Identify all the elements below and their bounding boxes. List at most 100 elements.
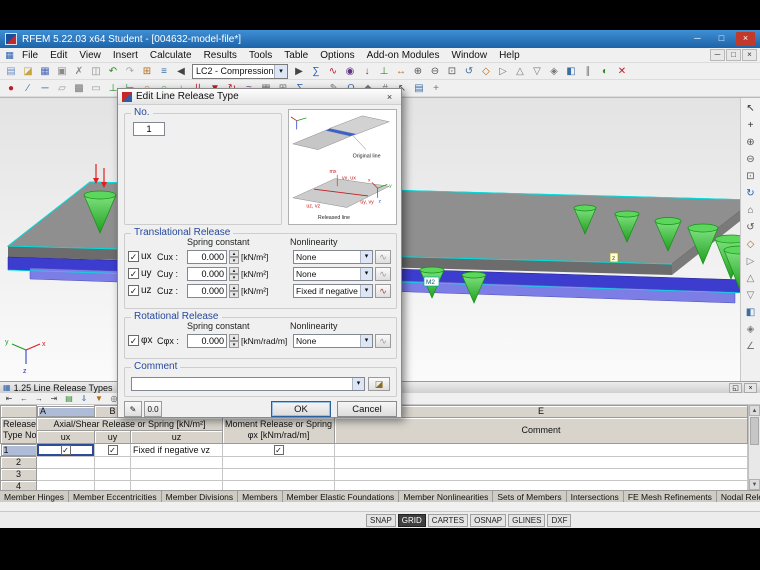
menu-edit[interactable]: Edit <box>44 49 73 62</box>
ok-button[interactable]: OK <box>271 401 331 417</box>
zoom-in-icon[interactable]: ⊕ <box>410 64 426 79</box>
menu-file[interactable]: File <box>16 49 44 62</box>
dialog-titlebar[interactable]: Edit Line Release Type × <box>118 89 401 105</box>
release-checkbox[interactable]: ✓ <box>128 335 139 346</box>
calculation-icon[interactable]: ∑ <box>308 64 324 79</box>
surface-icon[interactable]: ▱ <box>54 81 70 96</box>
dimensions-icon[interactable]: ↔ <box>393 64 409 79</box>
menu-insert[interactable]: Insert <box>107 49 144 62</box>
tab-member-nonlinearities[interactable]: Member Nonlinearities <box>399 491 494 502</box>
units-and-decimals-button[interactable]: 0.0 <box>144 401 162 417</box>
menu-addon-modules[interactable]: Add-on Modules <box>361 49 446 62</box>
spin-up-icon[interactable]: ▴ <box>229 266 239 274</box>
undo-icon[interactable]: ↶ <box>105 64 121 79</box>
new-file-icon[interactable]: ▤ <box>3 64 19 79</box>
nonlinearity-edit-button[interactable]: ∿ <box>375 283 391 298</box>
cell-a1[interactable]: ✓ <box>36 442 95 457</box>
zoom-window-icon[interactable]: ⊡ <box>444 64 460 79</box>
perspective-icon[interactable]: ∠ <box>743 338 759 354</box>
render-mode-icon[interactable]: ◧ <box>743 304 759 320</box>
checkbox-checked[interactable]: ✓ <box>273 444 284 455</box>
close-panel-button[interactable]: × <box>744 382 757 393</box>
dropdown-arrow-icon[interactable]: ▾ <box>274 64 287 78</box>
supports-icon[interactable]: ⊥ <box>376 64 392 79</box>
view-x-icon[interactable]: ▷ <box>743 253 759 269</box>
float-panel-button[interactable]: ◱ <box>729 382 742 393</box>
spring-constant-input[interactable] <box>187 249 227 264</box>
zoom-out-icon[interactable]: ⊖ <box>427 64 443 79</box>
cell-c3[interactable] <box>130 467 223 481</box>
tab-intersections[interactable]: Intersections <box>566 491 624 502</box>
scroll-down-icon[interactable]: ▼ <box>749 479 760 490</box>
spinner[interactable]: ▴ ▾ <box>229 249 239 264</box>
spinner[interactable]: ▴ ▾ <box>229 283 239 298</box>
maximize-button[interactable]: □ <box>712 32 731 46</box>
dropdown-arrow-icon[interactable]: ▾ <box>360 284 372 297</box>
table-jump-end-icon[interactable]: ⇥ <box>47 393 61 404</box>
table-import-icon[interactable]: ⇓ <box>77 393 91 404</box>
select-arrow-icon[interactable]: ↖ <box>743 100 759 116</box>
dxf-toggle[interactable]: DXF <box>547 513 572 527</box>
table-prev-icon[interactable]: ← <box>17 393 31 404</box>
isometric-view-icon[interactable]: ◇ <box>743 236 759 252</box>
view-z-icon[interactable]: ▽ <box>743 287 759 303</box>
row-header-4[interactable]: 4 <box>0 479 37 490</box>
cell-d4[interactable] <box>222 479 335 490</box>
cell-e2[interactable] <box>334 455 748 469</box>
new-load-case-icon[interactable]: ⊞ <box>139 64 155 79</box>
tab-member-eccentricities[interactable]: Member Eccentricities <box>69 491 162 502</box>
checkbox-checked[interactable]: ✓ <box>60 444 71 455</box>
spin-down-icon[interactable]: ▾ <box>229 256 239 264</box>
table-next-icon[interactable]: → <box>32 393 46 404</box>
nonlinearity-select[interactable]: Fixed if negative vz▾ <box>293 283 373 298</box>
spring-constant-input[interactable] <box>187 333 227 348</box>
tab-fe-mesh-refinements[interactable]: FE Mesh Refinements <box>623 491 717 502</box>
release-checkbox[interactable]: ✓ <box>128 285 139 296</box>
wireframe-icon[interactable]: ◈ <box>546 64 562 79</box>
cell-a2[interactable] <box>36 455 95 469</box>
release-type-number-input[interactable] <box>133 122 165 136</box>
tab-member-divisions[interactable]: Member Divisions <box>161 491 239 502</box>
tab-members[interactable]: Members <box>238 491 283 502</box>
release-checkbox[interactable]: ✓ <box>128 251 139 262</box>
save-icon[interactable]: ▦ <box>37 64 53 79</box>
browse-comments-button[interactable]: ◪ <box>368 377 390 391</box>
osnap-toggle[interactable]: OSNAP <box>470 513 507 527</box>
nonlinearity-edit-button[interactable]: ∿ <box>375 333 391 348</box>
cut-icon[interactable]: ✗ <box>71 64 87 79</box>
cell-e1[interactable] <box>334 442 748 457</box>
redo-icon[interactable]: ↷ <box>122 64 138 79</box>
menu-tools[interactable]: Tools <box>243 49 278 62</box>
nonlinearity-edit-button[interactable]: ∿ <box>375 266 391 281</box>
render-icon[interactable]: ◧ <box>563 64 579 79</box>
guidelines-icon[interactable]: ∥ <box>580 64 596 79</box>
spin-down-icon[interactable]: ▾ <box>229 290 239 298</box>
nonlinearity-select[interactable]: None ▾ <box>293 333 373 348</box>
loads-icon[interactable]: ↓ <box>359 64 375 79</box>
dropdown-arrow-icon[interactable]: ▾ <box>352 378 364 390</box>
rotate-view-icon[interactable]: ↻ <box>743 185 759 201</box>
dropdown-arrow-icon[interactable]: ▾ <box>360 267 372 280</box>
show-results-icon[interactable]: ∿ <box>325 64 341 79</box>
load-cases-icon[interactable]: ≡ <box>156 64 172 79</box>
view-y-icon[interactable]: △ <box>743 270 759 286</box>
cartesian-toggle[interactable]: CARTES <box>427 513 469 527</box>
mdi-minimize-button[interactable]: ─ <box>710 49 725 61</box>
spin-up-icon[interactable]: ▴ <box>229 333 239 341</box>
cell-a4[interactable] <box>36 479 95 490</box>
spin-down-icon[interactable]: ▾ <box>229 273 239 281</box>
minimize-button[interactable]: ─ <box>688 32 707 46</box>
load-case-combo[interactable]: LC2 - Compression ▾ <box>192 63 288 79</box>
opening-icon[interactable]: ▭ <box>88 81 104 96</box>
view-z-icon[interactable]: ▽ <box>529 64 545 79</box>
cell-b4[interactable] <box>94 479 131 490</box>
menu-results[interactable]: Results <box>198 49 243 62</box>
menu-view[interactable]: View <box>73 49 107 62</box>
table-filter-icon[interactable]: ▼ <box>92 393 106 404</box>
tab-sets-of-members[interactable]: Sets of Members <box>493 491 567 502</box>
copy-icon[interactable]: ◫ <box>88 64 104 79</box>
menu-calculate[interactable]: Calculate <box>144 49 198 62</box>
spring-constant-input[interactable] <box>187 266 227 281</box>
row-header-2[interactable]: 2 <box>0 455 37 469</box>
solid-icon[interactable]: ▩ <box>71 81 87 96</box>
